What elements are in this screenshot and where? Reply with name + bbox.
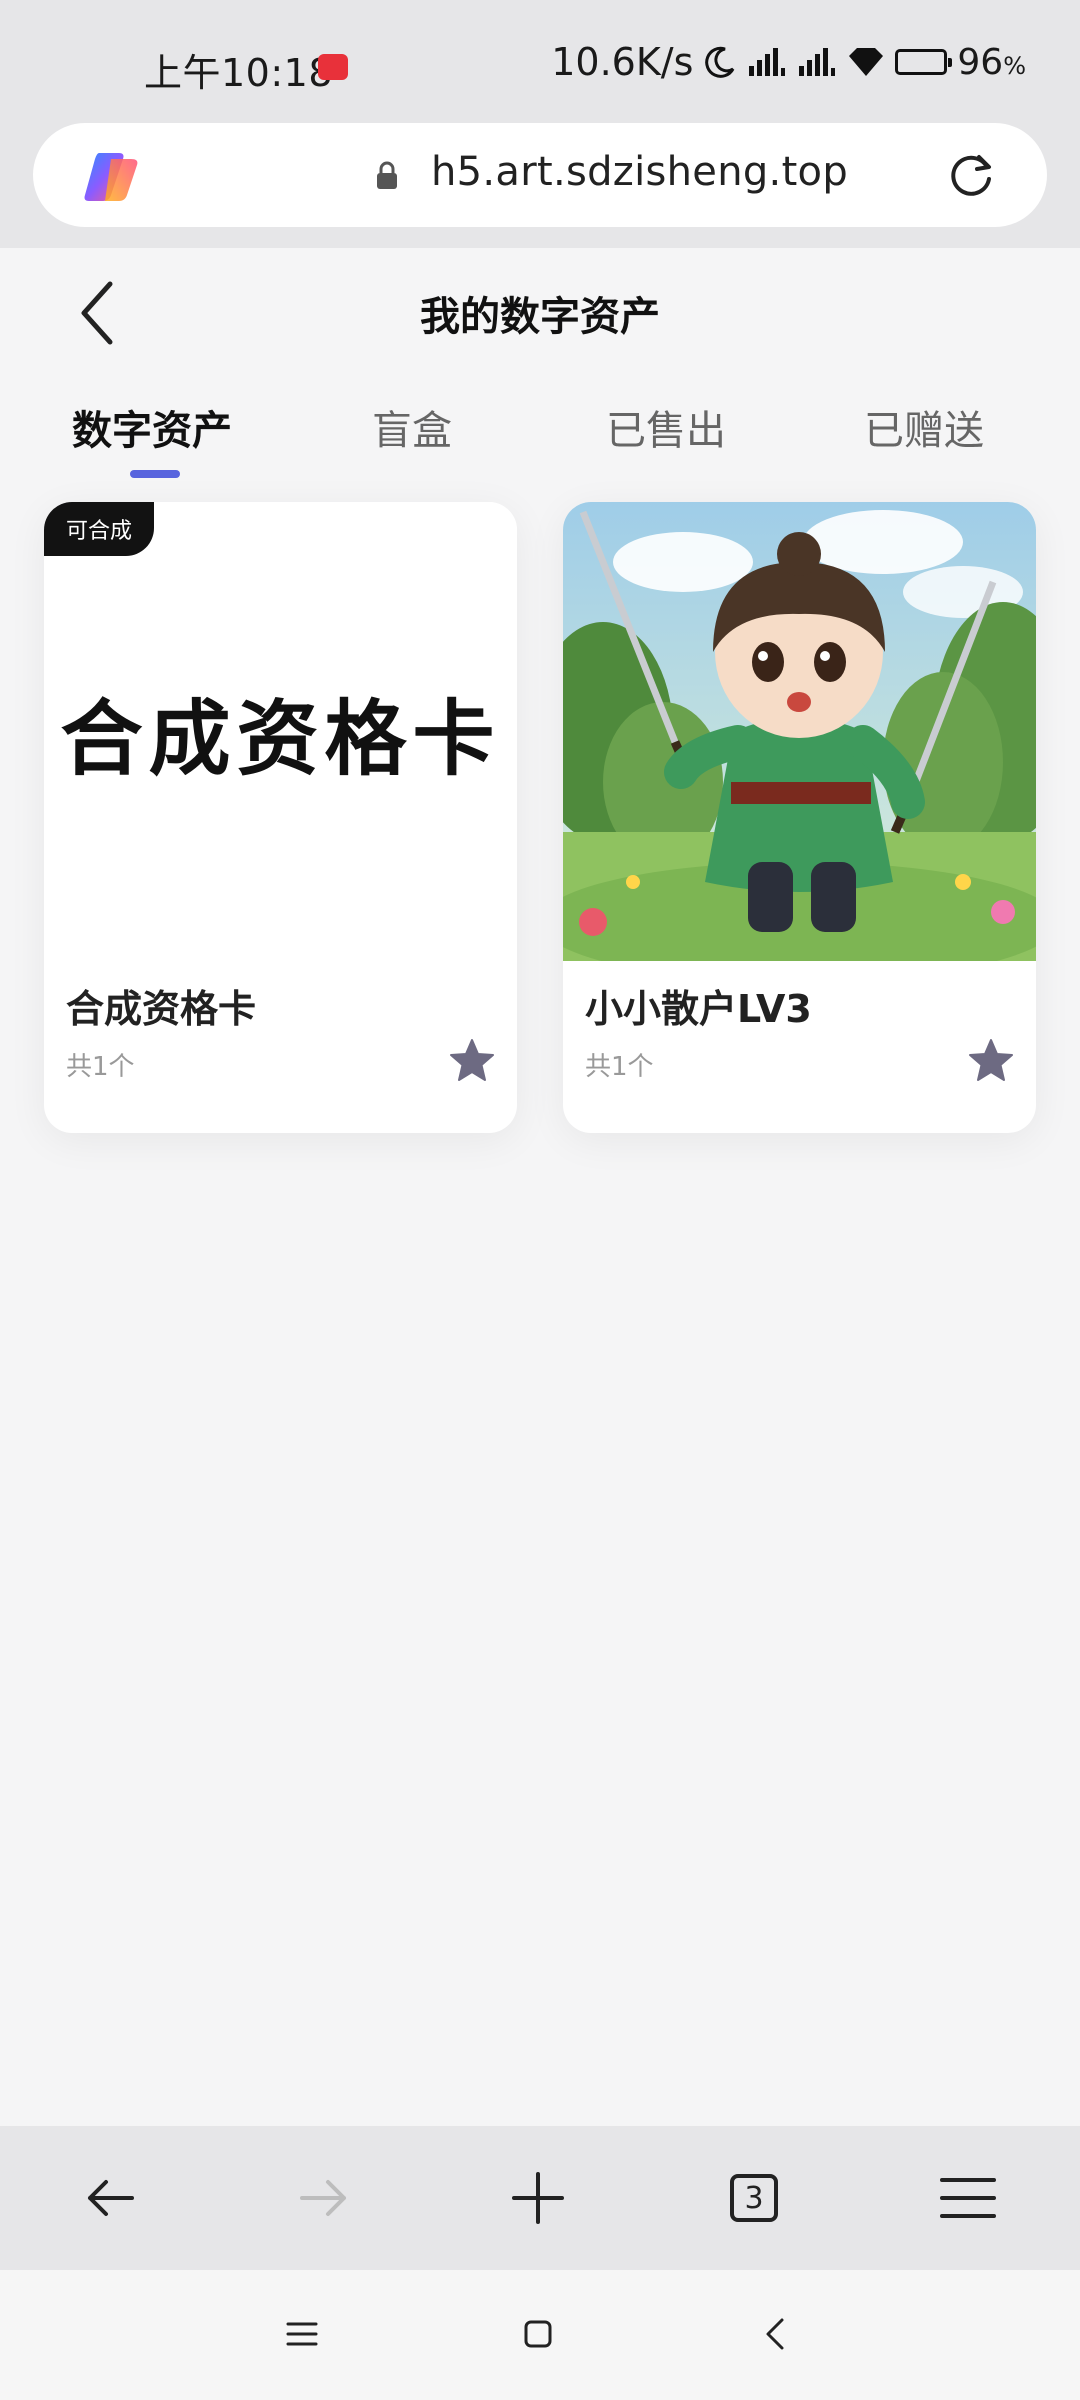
network-speed: 10.6K/s [551,40,694,84]
asset-image: 合成资格卡 [44,502,517,961]
home-icon[interactable] [518,2314,558,2354]
menu-icon[interactable] [936,2166,1000,2230]
star-icon[interactable] [447,1036,497,1086]
reload-icon[interactable] [943,147,999,203]
new-tab-icon[interactable] [506,2166,570,2230]
address-bar[interactable]: h5.art.sdzisheng.top [33,123,1047,227]
tab-blind-box[interactable]: 盲盒 [372,398,452,456]
forward-arrow-icon[interactable] [292,2166,356,2230]
signal-icon [747,46,787,78]
lock-icon [375,161,399,191]
star-icon[interactable] [966,1036,1016,1086]
tab-count: 3 [744,2180,764,2216]
status-indicators: 10.6K/s 96% [551,40,1026,84]
asset-card[interactable]: 合成资格卡 可合成 合成资格卡 共1个 [44,502,517,1133]
notification-app-icon [318,54,348,80]
url-text[interactable]: h5.art.sdzisheng.top [431,149,848,195]
status-badge: 可合成 [44,502,154,556]
system-back-icon[interactable] [756,2314,796,2354]
active-tab-indicator [130,470,180,478]
recent-apps-icon[interactable] [282,2314,322,2354]
moon-icon [703,45,737,79]
status-time: 上午10:18 [144,51,334,95]
wifi-icon [847,46,885,78]
tab-sold[interactable]: 已售出 [606,398,726,456]
tab-gifted[interactable]: 已赠送 [864,398,984,456]
browser-logo-icon[interactable] [81,149,141,205]
battery-percent: 96% [957,41,1026,83]
tab-bar: 数字资产 盲盒 已售出 已赠送 [0,398,1080,478]
asset-count: 共1个 [585,1052,654,1082]
asset-image-text: 合成资格卡 [60,692,501,787]
page-header: 我的数字资产 数字资产 盲盒 已售出 已赠送 [0,248,1080,498]
asset-name: 合成资格卡 [66,987,257,1031]
battery-icon [895,49,953,75]
browser-toolbar: 3 [0,2126,1080,2270]
status-bar: 上午10:18 10.6K/s 96% [0,0,1080,120]
asset-card[interactable]: 小小散户LV3 共1个 [563,502,1036,1133]
tab-switcher-button[interactable]: 3 [722,2166,786,2230]
browser-top-area: 上午10:18 10.6K/s 96% h5.art.sdzisheng.top [0,0,1080,248]
asset-count: 共1个 [66,1052,135,1082]
system-nav-bar [0,2270,1080,2400]
tab-digital-assets[interactable]: 数字资产 [72,398,232,456]
back-arrow-icon[interactable] [78,2166,142,2230]
asset-name: 小小散户LV3 [585,987,812,1031]
signal-icon-2 [797,46,837,78]
page-title: 我的数字资产 [420,294,660,340]
warrior-illustration [563,502,1036,961]
asset-image [563,502,1036,961]
